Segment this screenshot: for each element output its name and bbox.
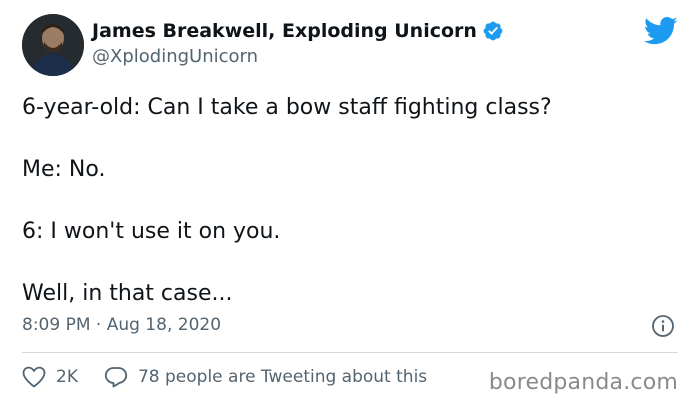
author-handle[interactable]: @XplodingUnicorn [92, 46, 258, 67]
like-count: 2K [56, 367, 78, 387]
twitter-bird-icon[interactable] [644, 16, 678, 46]
tweet-line: 6-year-old: Can I take a bow staff fight… [22, 95, 552, 120]
divider [22, 352, 678, 353]
engagement-bar: 2K 78 people are Tweeting about this [22, 366, 453, 388]
author-display-name[interactable]: James Breakwell, Exploding Unicorn [92, 20, 477, 42]
tweet-line: Me: No. [22, 157, 106, 182]
like-button[interactable]: 2K [22, 366, 78, 388]
comment-icon [104, 367, 128, 388]
tweet-timestamp[interactable]: 8:09 PM · Aug 18, 2020 [22, 315, 221, 335]
avatar[interactable] [22, 14, 84, 76]
watermark: boredpanda.com [488, 370, 678, 395]
tweet-text: 6-year-old: Can I take a bow staff fight… [22, 92, 552, 340]
avatar-image [22, 14, 84, 76]
conversation-text: 78 people are Tweeting about this [137, 367, 428, 387]
tweet-line: 6: I won't use it on you. [22, 219, 281, 244]
verified-badge-icon [482, 20, 504, 42]
conversation-button[interactable]: 78 people are Tweeting about this [104, 366, 427, 388]
heart-icon [22, 366, 46, 388]
author-name-row[interactable]: James Breakwell, Exploding Unicorn [92, 20, 504, 42]
tweet-line: Well, in that case... [22, 281, 233, 306]
info-icon[interactable] [651, 314, 675, 338]
